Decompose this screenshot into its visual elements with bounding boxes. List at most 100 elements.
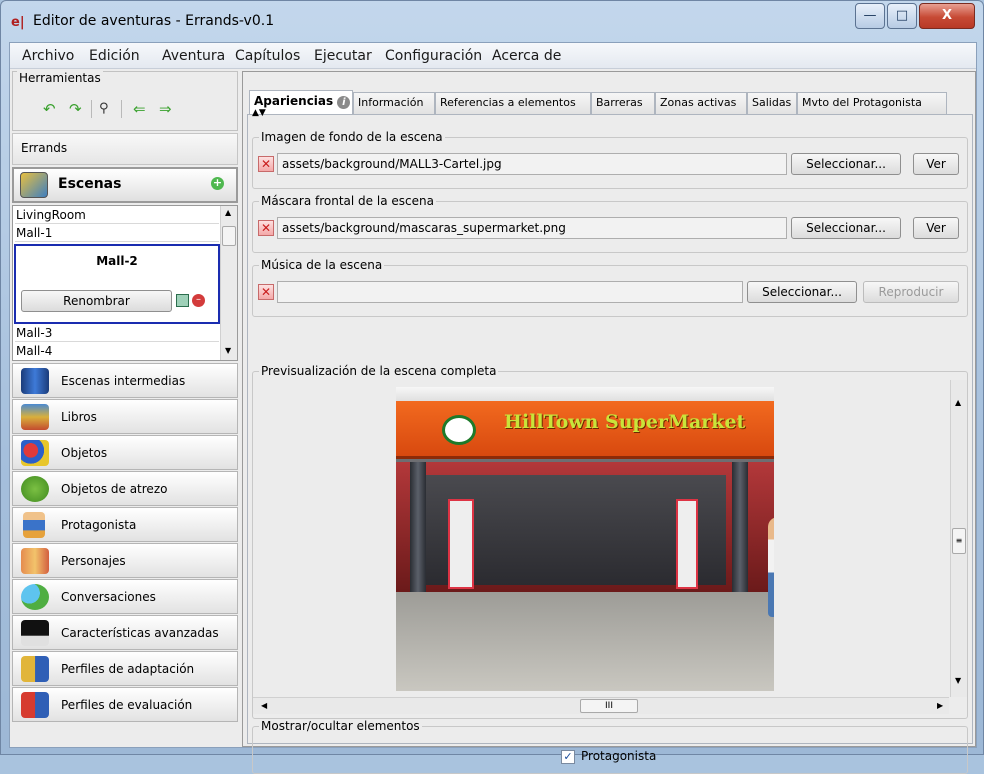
title-bar[interactable]: e| Editor de aventuras - Errands-v0.1 — …: [1, 1, 983, 41]
list-item[interactable]: Mall-1: [15, 224, 219, 242]
music-group-title: Música de la escena: [259, 258, 385, 272]
scroll-left-icon[interactable]: ◀: [261, 701, 267, 710]
list-item[interactable]: LivingRoom: [15, 206, 219, 224]
speech-bubbles-icon: [21, 584, 49, 610]
menu-aventura[interactable]: Aventura: [162, 48, 225, 64]
menu-edicion[interactable]: Edición: [89, 48, 140, 64]
remove-icon[interactable]: ✕: [258, 284, 274, 300]
select-mask-button[interactable]: Seleccionar...: [791, 217, 901, 239]
nav-perfiles-de-adaptacion[interactable]: Perfiles de adaptación: [12, 651, 238, 686]
project-name[interactable]: Errands: [12, 133, 238, 165]
view-mask-button[interactable]: Ver: [913, 217, 959, 239]
select-background-button[interactable]: Seleccionar...: [791, 153, 901, 175]
nav-conversaciones[interactable]: Conversaciones: [12, 579, 238, 614]
editor-panel: Apariencias i Información Referencias a …: [242, 71, 976, 774]
redo-icon[interactable]: ↷: [69, 101, 82, 117]
nav-protagonista[interactable]: Protagonista: [12, 507, 238, 542]
scenes-header[interactable]: Escenas +: [12, 167, 238, 203]
nav-objetos-de-atrezo[interactable]: Objetos de atrezo: [12, 471, 238, 506]
view-background-button[interactable]: Ver: [913, 153, 959, 175]
preview-vertical-scrollbar[interactable]: ▲ ≡ ▼: [950, 380, 967, 697]
menu-acerca-de[interactable]: Acerca de: [492, 48, 561, 64]
nav-objetos[interactable]: Objetos: [12, 435, 238, 470]
list-item[interactable]: Mall-4: [15, 342, 219, 360]
shapes-icon: [21, 440, 49, 466]
scroll-down-icon[interactable]: ▼: [225, 346, 231, 355]
forward-icon[interactable]: ⇒: [159, 101, 172, 117]
duplicate-icon[interactable]: [176, 294, 189, 307]
add-scene-icon[interactable]: +: [211, 177, 224, 190]
protagonist-checkbox-label: Protagonista: [581, 749, 657, 763]
list-item[interactable]: Mall-3: [15, 324, 219, 342]
undo-icon[interactable]: ↶: [43, 101, 56, 117]
tab-informacion[interactable]: Información: [353, 92, 435, 114]
nav-caracteristicas-avanzadas[interactable]: Características avanzadas: [12, 615, 238, 650]
tab-label: Apariencias: [254, 94, 334, 108]
books-icon: [21, 404, 49, 430]
menu-archivo[interactable]: Archivo: [22, 48, 74, 64]
adaptation-profile-icon: [21, 656, 49, 682]
tab-barreras[interactable]: Barreras: [591, 92, 655, 114]
nav-libros[interactable]: Libros: [12, 399, 238, 434]
tree-icon: [21, 476, 49, 502]
mask-path-field[interactable]: assets/background/mascaras_supermarket.p…: [277, 217, 787, 239]
app-icon: e|: [11, 15, 25, 30]
remove-icon[interactable]: ✕: [258, 156, 274, 172]
preview-viewport[interactable]: HillTown SuperMarket: [253, 380, 967, 697]
scene-list-scrollbar[interactable]: ▲ ▼: [220, 206, 237, 360]
background-path-field[interactable]: assets/background/MALL3-Cartel.jpg: [277, 153, 787, 175]
find-icon[interactable]: ⚲: [99, 101, 109, 117]
toolbox-title: Herramientas: [17, 71, 103, 85]
remove-icon[interactable]: ✕: [258, 220, 274, 236]
tab-salidas[interactable]: Salidas: [747, 92, 797, 114]
magic-hat-icon: [21, 620, 49, 646]
menu-bar: Archivo Edición Aventura Capítulos Ejecu…: [10, 43, 976, 69]
scenes-icon: [20, 172, 48, 198]
menu-ejecutar[interactable]: Ejecutar: [314, 48, 372, 64]
music-path-field[interactable]: [277, 281, 743, 303]
tab-zonas-activas[interactable]: Zonas activas: [655, 92, 747, 114]
back-icon[interactable]: ⇐: [133, 101, 146, 117]
preview-horizontal-scrollbar[interactable]: ◀ III ▶: [253, 697, 949, 714]
toolbar-divider: [121, 100, 122, 118]
collapse-icon[interactable]: ▲▼: [252, 109, 266, 118]
mask-group: Máscara frontal de la escena ✕ assets/ba…: [252, 194, 968, 253]
nav-personajes[interactable]: Personajes: [12, 543, 238, 578]
maximize-button[interactable]: □: [887, 3, 917, 29]
mask-group-title: Máscara frontal de la escena: [259, 194, 436, 208]
select-music-button[interactable]: Seleccionar...: [747, 281, 857, 303]
music-group: Música de la escena ✕ Seleccionar... Rep…: [252, 258, 968, 317]
store-sign: HillTown SuperMarket: [504, 411, 746, 433]
nav-perfiles-de-evaluacion[interactable]: Perfiles de evaluación: [12, 687, 238, 722]
nav-escenas-intermedias[interactable]: Escenas intermedias: [12, 363, 238, 398]
nav-label: Protagonista: [61, 518, 137, 532]
scroll-thumb[interactable]: III: [580, 699, 638, 713]
scene-preview-group: Previsualización de la escena completa H…: [252, 364, 968, 719]
store-banner: [676, 499, 698, 589]
protagonist-icon: [23, 512, 45, 538]
menu-capitulos[interactable]: Capítulos: [235, 48, 300, 64]
info-icon[interactable]: i: [337, 96, 351, 109]
nav-label: Perfiles de adaptación: [61, 662, 195, 676]
scenes-header-label: Escenas: [58, 176, 122, 192]
nav-label: Libros: [61, 410, 97, 424]
scroll-thumb[interactable]: [222, 226, 236, 246]
background-group: Imagen de fondo de la escena ✕ assets/ba…: [252, 130, 968, 189]
evaluation-profile-icon: [21, 692, 49, 718]
tab-referencias[interactable]: Referencias a elementos: [435, 92, 591, 114]
tab-mvto-protagonista[interactable]: Mvto del Protagonista: [797, 92, 947, 114]
selected-scene-panel[interactable]: Mall-2 Renombrar –: [14, 244, 220, 324]
scroll-down-icon[interactable]: ▼: [955, 676, 961, 685]
protagonist-checkbox[interactable]: ✓: [561, 750, 575, 764]
scroll-thumb[interactable]: ≡: [952, 528, 966, 554]
minimize-button[interactable]: —: [855, 3, 885, 29]
close-button[interactable]: X: [919, 3, 975, 29]
scroll-right-icon[interactable]: ▶: [937, 701, 943, 710]
delete-icon[interactable]: –: [192, 294, 205, 307]
scroll-up-icon[interactable]: ▲: [225, 208, 231, 217]
scroll-up-icon[interactable]: ▲: [955, 398, 961, 407]
menu-configuracion[interactable]: Configuración: [385, 48, 482, 64]
client-area: Archivo Edición Aventura Capítulos Ejecu…: [9, 42, 977, 774]
rename-button[interactable]: Renombrar: [21, 290, 172, 312]
play-music-button[interactable]: Reproducir: [863, 281, 959, 303]
